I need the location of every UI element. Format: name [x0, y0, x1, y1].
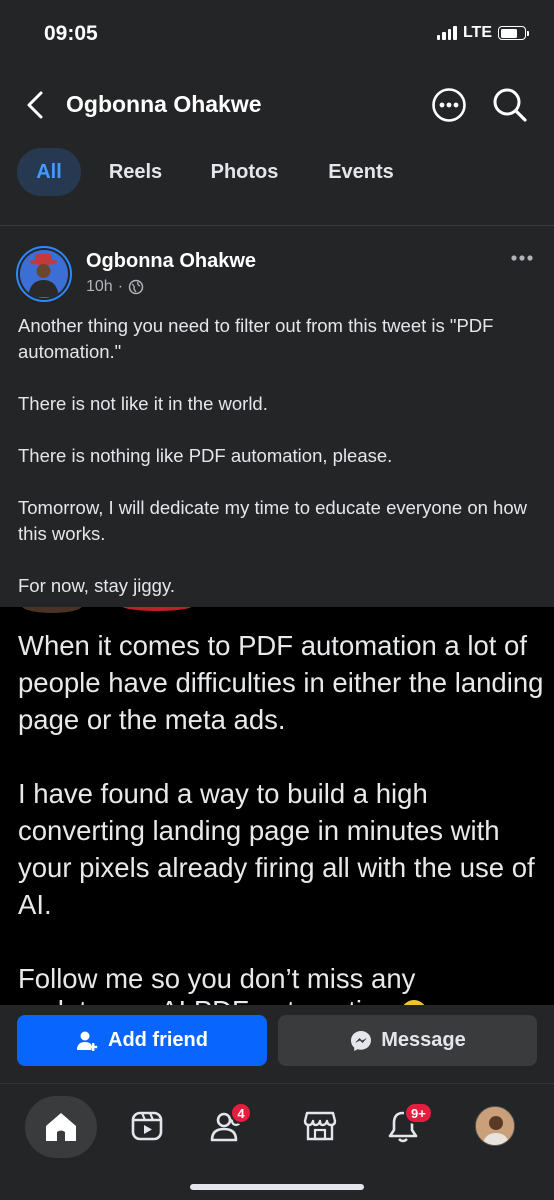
bottom-nav: 4 9+ — [0, 1083, 554, 1200]
home-icon — [46, 1113, 76, 1141]
tab-events[interactable]: Events — [313, 148, 409, 196]
nav-home[interactable] — [25, 1096, 97, 1158]
chevron-left-icon — [27, 91, 43, 119]
image-cut-line: updates on AI PDF automation — [18, 995, 427, 1005]
avatar — [20, 250, 68, 298]
image-decoration — [122, 607, 192, 611]
video-icon — [131, 1111, 163, 1141]
post-author[interactable]: Ogbonna Ohakwe — [86, 250, 256, 273]
image-cut-text: updates on AI PDF automation — [18, 995, 393, 1005]
post-text: Another thing you need to filter out fro… — [18, 313, 543, 599]
network-label: LTE — [462, 24, 492, 41]
notifications-badge: 9+ — [404, 1102, 433, 1124]
post-header: Ogbonna Ohakwe 10h · — [0, 228, 554, 308]
nav-notifications[interactable]: 9+ — [368, 1096, 438, 1156]
tab-reels[interactable]: Reels — [98, 148, 173, 196]
message-label: Message — [381, 1029, 466, 1051]
image-decoration — [22, 607, 82, 613]
messenger-icon — [351, 1030, 372, 1051]
globe-icon — [128, 279, 144, 295]
add-friend-label: Add friend — [108, 1029, 208, 1051]
author-avatar[interactable] — [16, 246, 72, 302]
profile-header: Ogbonna Ohakwe — [0, 70, 554, 140]
post-meta: 10h · — [86, 278, 144, 296]
post-image[interactable]: When it comes to PDF automation a lot of… — [0, 607, 554, 1005]
post-paragraph: For now, stay jiggy. — [18, 575, 175, 596]
tab-all[interactable]: All — [17, 148, 81, 196]
nav-friends[interactable]: 4 — [192, 1096, 262, 1156]
more-options-button[interactable] — [431, 87, 467, 123]
image-text: When it comes to PDF automation a lot of… — [18, 627, 548, 997]
signal-icon — [436, 26, 457, 40]
page-title: Ogbonna Ohakwe — [66, 91, 262, 117]
post-menu-button[interactable] — [504, 252, 540, 272]
search-icon — [493, 88, 527, 122]
more-horizontal-icon — [511, 255, 533, 261]
nav-profile[interactable] — [460, 1096, 530, 1156]
friends-badge: 4 — [230, 1102, 252, 1124]
status-time: 09:05 — [44, 22, 98, 45]
nav-video[interactable] — [112, 1096, 182, 1156]
status-bar: 09:05 LTE — [0, 0, 554, 70]
marketplace-icon — [303, 1111, 337, 1141]
add-friend-button[interactable]: Add friend — [17, 1015, 267, 1066]
profile-actions: Add friend Message — [0, 1005, 554, 1083]
post-paragraph: There is nothing like PDF automation, pl… — [18, 445, 393, 466]
add-person-icon — [77, 1031, 98, 1051]
post-time: 10h — [86, 278, 113, 295]
image-paragraph: When it comes to PDF automation a lot of… — [18, 630, 544, 735]
tab-photos[interactable]: Photos — [196, 148, 293, 196]
image-paragraph: I have found a way to build a high conve… — [18, 778, 535, 920]
search-button[interactable] — [491, 86, 529, 124]
post-paragraph: Another thing you need to filter out fro… — [18, 315, 494, 362]
back-button[interactable] — [18, 85, 52, 125]
more-circle-icon — [432, 88, 466, 122]
status-indicators: LTE — [436, 24, 529, 42]
divider — [0, 225, 554, 226]
nav-marketplace[interactable] — [285, 1096, 355, 1156]
post-paragraph: There is not like it in the world. — [18, 393, 268, 414]
profile-tabs: All Reels Photos Events — [0, 140, 554, 210]
meta-separator: · — [117, 278, 124, 295]
battery-icon — [498, 26, 529, 40]
profile-avatar — [475, 1106, 515, 1146]
image-paragraph: Follow me so you don’t miss any — [18, 963, 416, 994]
message-button[interactable]: Message — [278, 1015, 537, 1066]
home-indicator — [190, 1184, 364, 1190]
post-paragraph: Tomorrow, I will dedicate my time to edu… — [18, 497, 527, 544]
